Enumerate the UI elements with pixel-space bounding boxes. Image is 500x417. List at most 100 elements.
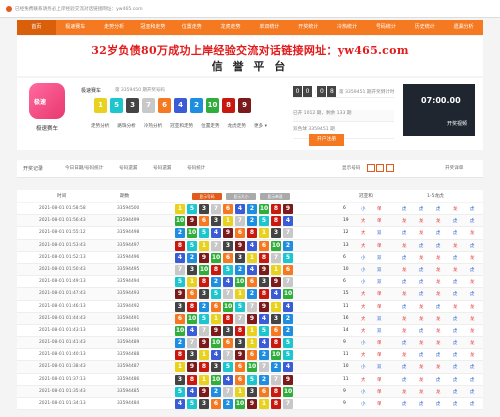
row-ball: 10 [235, 277, 245, 288]
row-ball: 6 [247, 350, 257, 361]
toggle-checkbox[interactable] [367, 164, 394, 172]
game-link[interactable]: 冷热分析 [144, 123, 162, 129]
nav-item[interactable]: 位置走势 [172, 20, 211, 35]
row-ball: 2 [283, 325, 293, 336]
toolbar-item[interactable]: 号码遗漏 [119, 165, 137, 171]
row-sum: 16 [343, 315, 349, 321]
draw-ball: 4 [174, 98, 187, 113]
row-ball: 9 [247, 313, 257, 324]
video-score: 07:00.00 [421, 96, 461, 105]
row-dragon-tiger: 虎 [470, 207, 475, 212]
table-row: 2021-08-01 01:35:43 33594485 5 4 9 2 7 1 3 6 8 10 9 小… [17, 385, 483, 398]
nav-item[interactable]: 极速赛车 [56, 20, 95, 35]
row-ball: 9 [199, 252, 209, 263]
row-sum: 12 [343, 230, 349, 236]
register-button[interactable]: 开户注册 [309, 134, 344, 146]
nav-item[interactable]: 冠亚和走势 [133, 20, 172, 35]
nav-item[interactable]: 单双统计 [250, 20, 289, 35]
logo-text: 极速 [34, 99, 47, 106]
row-ball: 3 [175, 374, 185, 385]
nav-item[interactable]: 遗漏分析 [444, 20, 483, 35]
row-ball: 8 [211, 264, 221, 275]
row-dragon-tiger: 虎 [453, 219, 458, 225]
row-issue: 33594499 [117, 218, 140, 224]
row-ball: 3 [187, 350, 197, 361]
row-dragon-tiger: 龙 [436, 292, 441, 298]
row-ball: 1 [199, 350, 209, 361]
row-ball: 4 [211, 350, 221, 361]
row-time: 2021-08-01 01:49:13 [39, 279, 86, 285]
row-ball: 4 [271, 289, 281, 300]
row-dragon-tiger: 虎 [453, 316, 458, 322]
row-ball: 10 [211, 252, 221, 263]
row-dragon-tiger: 龙 [436, 328, 441, 334]
toggle-show-size[interactable]: 显示大小 [226, 193, 256, 200]
row-ball: 4 [259, 313, 269, 324]
nav-item[interactable]: 首页 [17, 20, 56, 35]
row-ball: 2 [175, 228, 185, 239]
row-ball: 4 [247, 264, 257, 275]
row-time: 2021-08-01 01:53:43 [39, 242, 86, 248]
ad-banner[interactable]: 32岁负债80万成功上岸经验交流对话链接网址：yw465.com 信 誉 平 台 [17, 36, 483, 76]
row-ball: 4 [283, 216, 293, 227]
row-ball: 5 [223, 362, 233, 373]
table-row: 2021-08-01 01:46:13 33594492 3 8 2 6 10 5 7 9 1 4 11… [17, 300, 483, 313]
nav-item[interactable]: 走势分析 [95, 20, 134, 35]
game-link[interactable]: 龙虎走势 [228, 123, 246, 129]
row-dragon-tiger: 虎 [453, 341, 458, 347]
row-ball: 9 [223, 228, 233, 239]
game-link[interactable]: 路珠分析 [117, 123, 135, 129]
row-ball: 9 [211, 325, 221, 336]
row-sum: 10 [343, 364, 349, 370]
row-ball: 9 [259, 264, 269, 275]
row-ball: 10 [187, 313, 197, 324]
toolbar-item[interactable]: 号码遗漏 [153, 165, 171, 171]
row-dragon-tiger: 虎 [402, 231, 407, 237]
countdown-line2: 已开 1012 期，剩余 133 期 [293, 110, 395, 123]
row-ball: 4 [283, 362, 293, 373]
video-player[interactable]: 07:00.00 开奖视频 [403, 84, 475, 136]
table-row: 2021-08-01 01:37:13 33594486 3 8 1 10 4 6 5 2 7 9 11… [17, 373, 483, 386]
row-sum: 9 [343, 340, 346, 346]
nav-item[interactable]: 历史统计 [405, 20, 444, 35]
toolbar-right[interactable]: 开奖详单 [445, 165, 463, 171]
row-ball: 8 [271, 338, 281, 349]
toolbar-item[interactable]: 今日日期/号码统计 [65, 165, 103, 171]
toggle-show-number[interactable]: 显示号码 [192, 193, 222, 200]
row-ball: 5 [187, 204, 197, 214]
game-link[interactable]: 位置走势 [201, 123, 219, 129]
row-dragon-tiger: 龙 [453, 207, 458, 212]
row-ball: 7 [235, 313, 245, 324]
row-ball: 5 [283, 350, 293, 361]
nav-item[interactable]: 冷热统计 [328, 20, 367, 35]
game-link[interactable]: 走势分析 [91, 123, 109, 129]
row-ball: 3 [271, 313, 281, 324]
game-link[interactable]: 更多 ▾ [254, 123, 267, 129]
row-issue: 33594492 [117, 303, 140, 309]
row-ball: 9 [187, 362, 197, 373]
row-ball: 4 [187, 386, 197, 397]
nav-item[interactable]: 号码统计 [366, 20, 405, 35]
table-row: 2021-08-01 01:40:13 33594488 8 3 1 4 7 9 6 2 10 5 11… [17, 349, 483, 362]
toggle-show-parity[interactable]: 显示单双 [260, 193, 290, 200]
game-name: 极速赛车 [81, 88, 102, 94]
row-ball: 6 [223, 204, 233, 214]
row-dragon-tiger: 虎 [470, 377, 475, 383]
nav-item[interactable]: 龙虎走势 [211, 20, 250, 35]
row-ball: 6 [211, 301, 221, 312]
row-dragon-tiger: 虎 [436, 402, 441, 407]
row-dragon-tiger: 虎 [436, 231, 441, 237]
row-ball: 5 [211, 289, 221, 300]
row-ball: 4 [247, 240, 257, 251]
row-ball: 3 [175, 301, 185, 312]
game-link[interactable]: 冠亚和走势 [170, 123, 193, 129]
table-row: 2021-08-01 01:53:43 33594497 8 5 1 7 3 9 4 6 10 2 13… [17, 239, 483, 252]
row-dragon-tiger: 虎 [402, 255, 407, 261]
row-dragon-tiger: 虎 [436, 304, 441, 310]
row-ball: 4 [259, 338, 269, 349]
nav-item[interactable]: 开奖统计 [289, 20, 328, 35]
toolbar-item[interactable]: 号码统计 [187, 165, 205, 171]
row-size: 小 [361, 207, 366, 212]
row-dragon-tiger: 虎 [453, 292, 458, 298]
banner-line1: 32岁负债80万成功上岸经验交流对话链接网址：yw465.com [91, 44, 409, 57]
